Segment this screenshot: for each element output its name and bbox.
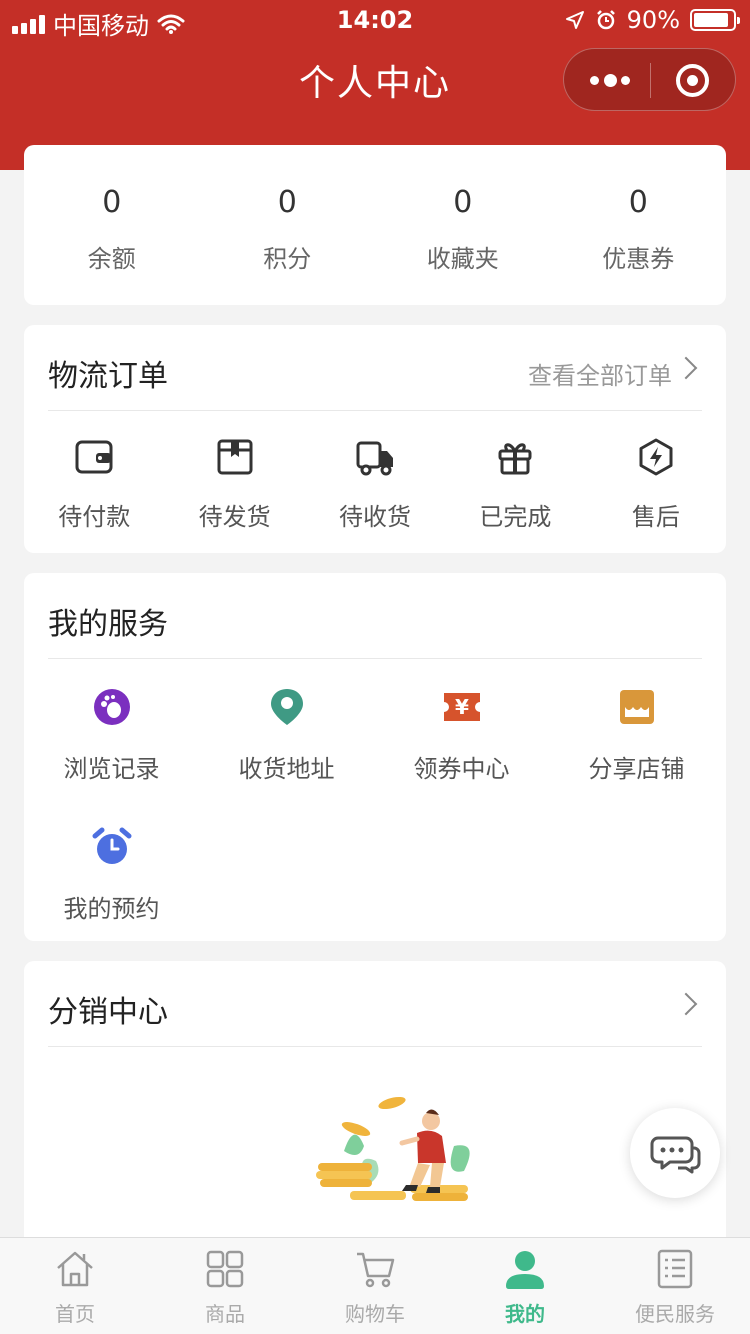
- order-status-to-receive[interactable]: 待收货: [305, 411, 445, 532]
- chevron-right-icon: [674, 992, 698, 1016]
- stat-favorites[interactable]: 0 收藏夹: [375, 145, 551, 305]
- order-status-label: 已完成: [479, 503, 552, 531]
- coupon-icon: ¥: [443, 693, 480, 721]
- bottom-tab-bar: 首页 商品 购物车 我的 便民服务: [0, 1237, 750, 1334]
- close-mini-program-icon[interactable]: [676, 64, 709, 97]
- service-label: 领券中心: [413, 755, 510, 783]
- account-stats-card: 0 余额 0 积分 0 收藏夹 0 优惠券: [24, 145, 726, 305]
- service-label: 分享店铺: [588, 755, 685, 783]
- mini-program-capsule: [563, 48, 736, 111]
- customer-service-button[interactable]: [630, 1108, 720, 1198]
- distribution-card: 分销中心: [24, 961, 726, 1261]
- stat-label: 收藏夹: [426, 245, 499, 273]
- service-label: 浏览记录: [63, 755, 160, 783]
- footprint-icon: [93, 689, 130, 725]
- stat-label: 余额: [87, 245, 136, 273]
- order-status-completed[interactable]: 已完成: [445, 411, 585, 532]
- service-shipping-address[interactable]: 收货地址: [199, 659, 374, 799]
- order-status-label: 待付款: [58, 503, 131, 531]
- chat-bubble-icon: [650, 1136, 701, 1174]
- store-icon: [619, 690, 654, 724]
- grid-icon: [206, 1250, 244, 1288]
- orders-header[interactable]: 物流订单 查看全部订单: [48, 325, 702, 411]
- user-icon: [506, 1251, 544, 1289]
- gift-icon: [498, 443, 532, 475]
- stat-value: 0: [277, 185, 297, 220]
- svg-text:¥: ¥: [455, 695, 469, 719]
- location-arrow-icon: [565, 11, 584, 29]
- tab-cart[interactable]: 购物车: [300, 1238, 450, 1334]
- cart-icon: [357, 1252, 395, 1288]
- tab-convenience-services[interactable]: 便民服务: [600, 1238, 750, 1334]
- chevron-right-icon: [674, 356, 698, 380]
- coins-illustration: [316, 1096, 470, 1201]
- view-all-orders-link[interactable]: 查看全部订单: [528, 356, 672, 391]
- service-label: 我的预约: [63, 895, 160, 923]
- order-status-to-ship[interactable]: 待发货: [164, 411, 304, 532]
- stat-label: 积分: [263, 245, 312, 273]
- services-header: 我的服务: [48, 573, 702, 659]
- orders-card: 物流订单 查看全部订单 待付款 待发货 待收货 已完成 售后: [24, 325, 726, 553]
- location-pin-icon: [270, 689, 303, 725]
- tab-home[interactable]: 首页: [0, 1238, 150, 1334]
- order-status-label: 售后: [631, 503, 680, 531]
- package-icon: [217, 439, 253, 475]
- alarm-icon: [596, 10, 615, 30]
- stat-value: 0: [628, 185, 648, 220]
- tab-mine[interactable]: 我的: [450, 1238, 600, 1334]
- document-list-icon: [657, 1249, 693, 1289]
- stat-points[interactable]: 0 积分: [200, 145, 376, 305]
- order-status-label: 待发货: [198, 503, 271, 531]
- service-my-appointments[interactable]: 我的预约: [24, 799, 199, 939]
- alarm-clock-icon: [92, 827, 131, 864]
- status-bar: 中国移动 14:02 90%: [0, 0, 750, 40]
- service-browsing-history[interactable]: 浏览记录: [24, 659, 199, 799]
- order-status-after-sales[interactable]: 售后: [586, 411, 726, 532]
- order-status-pending-payment[interactable]: 待付款: [24, 411, 164, 532]
- tab-label: 我的: [505, 1302, 545, 1326]
- service-share-store[interactable]: 分享店铺: [549, 659, 724, 799]
- tab-label: 商品: [205, 1302, 245, 1326]
- services-card: 我的服务 浏览记录 收货地址 ¥ 领券中心 分享店铺 我的预约: [24, 573, 726, 941]
- service-coupon-center[interactable]: ¥ 领券中心: [374, 659, 549, 799]
- tab-label: 便民服务: [635, 1302, 715, 1326]
- wallet-icon: [75, 440, 113, 474]
- more-options-icon[interactable]: [590, 69, 630, 91]
- stat-label: 优惠券: [602, 245, 675, 273]
- stat-value: 0: [453, 185, 473, 220]
- stat-balance[interactable]: 0 余额: [24, 145, 200, 305]
- order-status-label: 待收货: [339, 503, 412, 531]
- home-icon: [57, 1251, 93, 1287]
- section-title: 我的服务: [48, 607, 168, 642]
- tab-products[interactable]: 商品: [150, 1238, 300, 1334]
- battery-icon: [690, 9, 740, 31]
- tab-label: 首页: [55, 1302, 95, 1326]
- lightning-icon: [639, 438, 673, 476]
- service-label: 收货地址: [238, 755, 335, 783]
- distribution-header[interactable]: 分销中心: [48, 961, 702, 1047]
- tab-label: 购物车: [345, 1302, 405, 1326]
- section-title: 分销中心: [48, 995, 168, 1030]
- truck-icon: [356, 441, 394, 476]
- section-title: 物流订单: [48, 359, 168, 394]
- battery-percent: 90%: [626, 6, 680, 34]
- stat-value: 0: [102, 185, 122, 220]
- stat-coupons[interactable]: 0 优惠券: [551, 145, 727, 305]
